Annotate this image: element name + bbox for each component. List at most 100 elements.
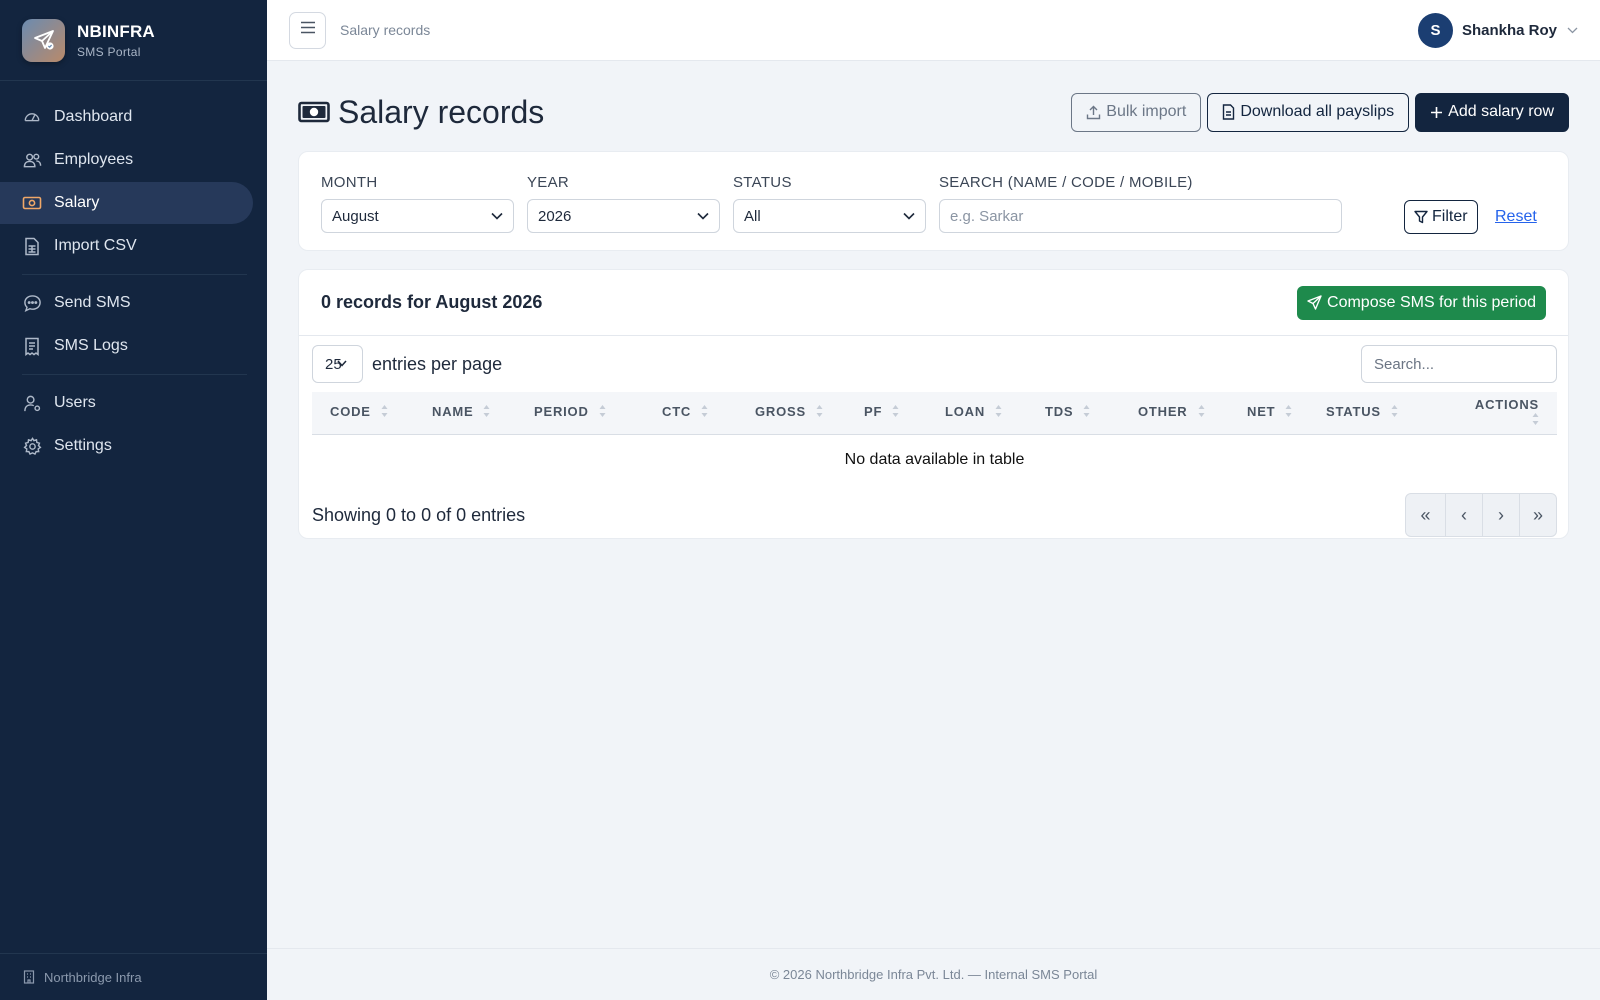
next-page-button[interactable]: › [1482, 494, 1519, 536]
page-length-label: entries per page [372, 353, 503, 374]
column-header-tds[interactable]: TDS [1027, 392, 1120, 434]
sidebar-item-label: Dashboard [54, 108, 133, 125]
year-select[interactable]: 2026 [527, 199, 720, 233]
column-header-ctc[interactable]: CTC [644, 392, 737, 434]
column-header-name[interactable]: NAME [414, 392, 516, 434]
sidebar-item-dashboard[interactable]: Dashboard [0, 96, 253, 138]
table-controls: 25 entries per page [312, 345, 1557, 383]
table-footer: Showing 0 to 0 of 0 entries « ‹ › » [312, 493, 1557, 537]
column-header-gross[interactable]: GROSS [737, 392, 846, 434]
empty-message: No data available in table [844, 451, 1025, 469]
sidebar-item-employees[interactable]: Employees [0, 139, 253, 181]
add-salary-row-button[interactable]: Add salary row [1415, 92, 1569, 132]
compose-sms-label: Compose SMS for this period [1327, 293, 1536, 311]
page-title: Salary records [298, 94, 544, 131]
column-label: TDS [1045, 404, 1074, 420]
sort-icon [1285, 404, 1292, 421]
gear-icon [22, 436, 42, 456]
column-header-net[interactable]: NET [1229, 392, 1308, 434]
nav-divider [22, 374, 247, 375]
sidebar-item-label: Users [54, 394, 96, 411]
year-label: YEAR [527, 174, 570, 191]
brand-name: NBINFRA [77, 21, 155, 41]
funnel-icon [1414, 210, 1428, 224]
sidebar-item-import-csv[interactable]: Import CSV [0, 225, 253, 267]
bulk-import-label: Bulk import [1106, 103, 1187, 120]
user-name: Shankha Roy [1461, 21, 1557, 39]
empty-row: No data available in table [312, 434, 1557, 486]
breadcrumb: Salary records [340, 22, 431, 38]
avatar: S [1417, 12, 1453, 48]
brand-subtitle: SMS Portal [77, 44, 141, 59]
compose-sms-button[interactable]: Compose SMS for this period [1297, 285, 1546, 320]
download-payslips-label: Download all payslips [1240, 103, 1395, 120]
status-select[interactable]: All [733, 199, 926, 233]
dashboard-icon [22, 107, 42, 127]
sidebar-item-send-sms[interactable]: Send SMS [0, 282, 253, 324]
column-header-other[interactable]: OTHER [1120, 392, 1229, 434]
sidebar-item-label: Employees [54, 151, 134, 168]
table-search-input[interactable] [1361, 345, 1557, 383]
status-filter: STATUS All [733, 174, 926, 233]
last-page-button[interactable]: » [1519, 494, 1556, 536]
column-header-period[interactable]: PERIOD [516, 392, 644, 434]
page-title-text: Salary records [338, 93, 545, 130]
users-icon [22, 150, 42, 170]
reset-link[interactable]: Reset [1495, 208, 1537, 226]
column-header-code[interactable]: CODE [312, 392, 414, 434]
plus-icon [1431, 106, 1443, 118]
add-salary-row-label: Add salary row [1448, 103, 1554, 120]
paper-plane-logo-icon [22, 18, 65, 62]
previous-page-button[interactable]: ‹ [1445, 494, 1482, 536]
status-value: All [744, 207, 761, 225]
filter-label: Filter [1432, 208, 1468, 225]
brand[interactable]: NBINFRA SMS Portal [0, 0, 267, 81]
column-header-actions[interactable]: ACTIONS [1442, 392, 1557, 434]
sidebar-item-settings[interactable]: Settings [0, 425, 253, 467]
month-value: August [332, 207, 379, 225]
month-select[interactable]: August [321, 199, 514, 233]
sidebar-item-salary[interactable]: Salary [0, 182, 253, 224]
page-footer: © 2026 Northbridge Infra Pvt. Ltd. — Int… [267, 948, 1600, 1000]
first-page-button[interactable]: « [1406, 494, 1445, 536]
column-label: ACTIONS [1474, 396, 1539, 412]
column-header-loan[interactable]: LOAN [927, 392, 1027, 434]
search-input[interactable] [939, 199, 1342, 233]
page-length-select[interactable]: 25 [312, 345, 363, 383]
chevron-down-icon [903, 212, 915, 220]
sidebar: NBINFRA SMS Portal Dashboard Employees S… [0, 0, 267, 1000]
download-payslips-button[interactable]: Download all payslips [1207, 92, 1410, 132]
column-label: NAME [432, 404, 474, 420]
user-menu[interactable]: S Shankha Roy [1417, 12, 1578, 48]
menu-toggle-button[interactable] [289, 11, 326, 49]
column-header-pf[interactable]: PF [846, 392, 927, 434]
column-header-status[interactable]: STATUS [1308, 392, 1442, 434]
filter-button[interactable]: Filter [1404, 200, 1478, 234]
sort-icon [816, 404, 823, 421]
year-value: 2026 [538, 207, 572, 225]
file-pdf-icon [1223, 104, 1235, 120]
sidebar-nav: Dashboard Employees Salary Import CSV Se… [0, 81, 267, 467]
sidebar-item-label: Send SMS [54, 294, 131, 311]
column-label: PERIOD [534, 404, 589, 420]
nav-divider [22, 274, 247, 275]
send-icon [1307, 295, 1322, 310]
chevron-down-icon [491, 212, 503, 220]
column-label: CODE [330, 404, 371, 420]
sidebar-item-sms-logs[interactable]: SMS Logs [0, 325, 253, 367]
sidebar-item-users[interactable]: Users [0, 382, 253, 424]
page-actions: Bulk import Download all payslips Add sa… [1071, 92, 1569, 132]
year-filter: YEAR 2026 [527, 174, 720, 233]
bulk-import-button[interactable]: Bulk import [1071, 92, 1202, 132]
sidebar-footer: Northbridge Infra [0, 953, 267, 1000]
month-label: MONTH [321, 174, 378, 191]
search-filter: SEARCH (NAME / CODE / MOBILE) [939, 174, 1342, 233]
upload-icon [1087, 105, 1101, 119]
sort-icon [599, 404, 606, 421]
cash-icon [298, 99, 330, 125]
column-label: NET [1247, 404, 1276, 420]
sort-icon [995, 404, 1002, 421]
column-label: GROSS [755, 404, 806, 420]
sort-icon [381, 404, 388, 421]
filter-card: MONTH August YEAR 2026 STATUS All SEARCH… [298, 151, 1569, 251]
